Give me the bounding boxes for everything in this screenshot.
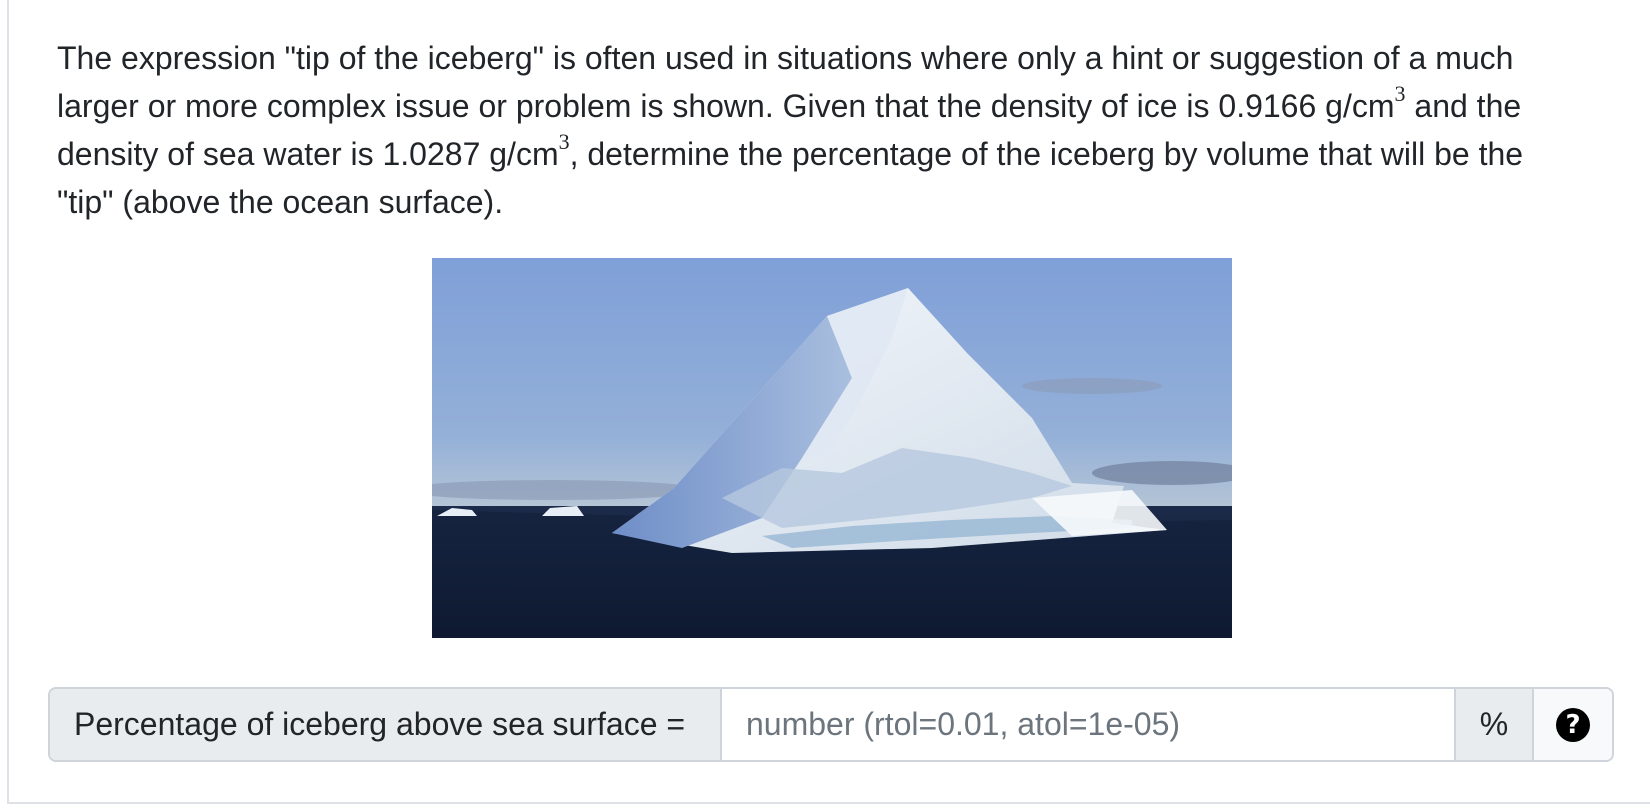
question-text-part1: The expression "tip of the iceberg" is o… [57, 40, 1514, 124]
help-button[interactable]: ? [1532, 689, 1612, 760]
answer-label: Percentage of iceberg above sea surface … [50, 689, 722, 760]
answer-input-group: Percentage of iceberg above sea surface … [48, 687, 1614, 762]
superscript-cubed: 3 [558, 129, 570, 155]
answer-input[interactable] [722, 689, 1454, 760]
superscript-cubed: 3 [1394, 81, 1406, 107]
question-circle-icon: ? [1556, 707, 1590, 742]
unit-label: % [1454, 689, 1532, 760]
iceberg-image [432, 258, 1232, 638]
question-text: The expression "tip of the iceberg" is o… [57, 34, 1577, 226]
